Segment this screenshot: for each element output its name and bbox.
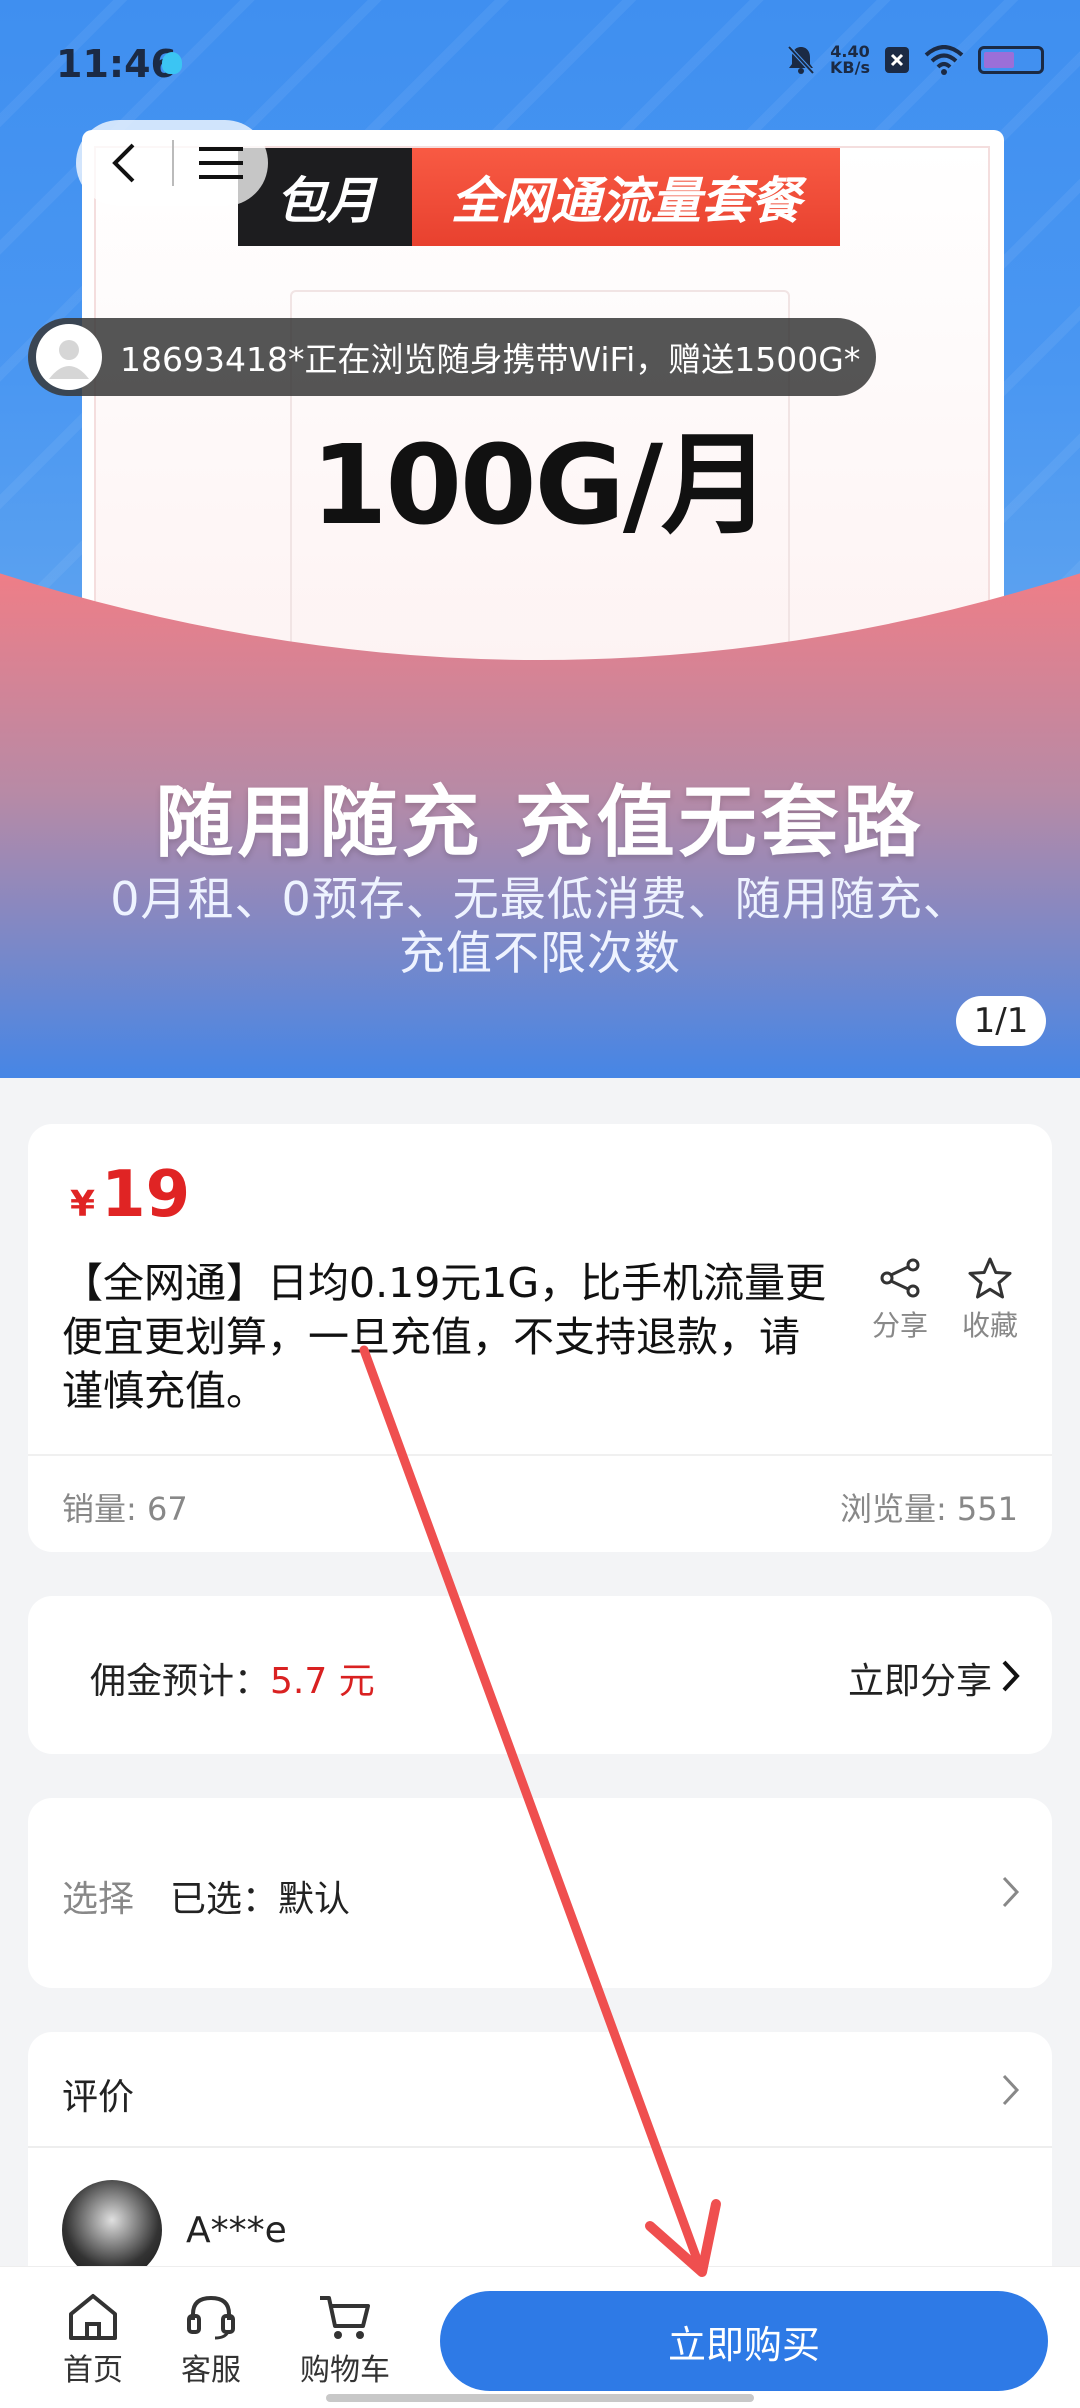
favorite-button[interactable]: 收藏	[950, 1252, 1030, 1344]
cart-label: 购物车	[300, 2353, 390, 2388]
mute-bell-icon	[787, 45, 815, 75]
service-label: 客服	[181, 2353, 241, 2388]
commission-value: 5.7 元	[270, 1661, 375, 1702]
chevron-right-icon	[1002, 2074, 1020, 2106]
reviews-title: 评价	[62, 2077, 135, 2118]
banner-slogan: 随用随充 充值无套路	[155, 778, 925, 868]
home-icon	[69, 2294, 117, 2340]
commission-card: 佣金预计：5.7 元 立即分享	[28, 1596, 1052, 1754]
cart-tab[interactable]: 购物车	[290, 2289, 400, 2389]
selected-value: 已选：默认	[170, 1879, 351, 1920]
price-value: 19	[101, 1158, 191, 1232]
back-arrow-icon	[112, 143, 135, 183]
chevron-right-icon	[1002, 1876, 1020, 1908]
spec-selection-row[interactable]: 选择 已选：默认	[28, 1798, 1052, 1988]
cart-icon	[320, 2296, 370, 2339]
battery-icon	[978, 46, 1044, 74]
share-button[interactable]: 分享	[860, 1252, 940, 1344]
reviews-divider	[28, 2146, 1052, 2148]
user-placeholder-icon	[49, 340, 89, 379]
image-pager: 1/1	[956, 996, 1046, 1046]
reviews-header[interactable]: 评价	[28, 2032, 1052, 2146]
commission-label: 佣金预计：5.7 元	[90, 1661, 375, 1702]
favorite-label: 收藏	[961, 1309, 1018, 1342]
chevron-right-icon	[1002, 1660, 1020, 1692]
selection-label: 选择	[62, 1879, 135, 1920]
reviewer-avatar	[62, 2180, 162, 2280]
banner-subtitle: 0月租、0预存、无最低消费、随用随充、充值不限次数	[110, 872, 970, 980]
sales-count: 销量: 67	[62, 1490, 188, 1528]
sim-off-icon	[885, 47, 909, 73]
share-icon	[880, 1258, 920, 1298]
menu-button[interactable]	[174, 120, 268, 206]
back-button[interactable]	[76, 120, 172, 206]
card-divider	[28, 1454, 1052, 1456]
status-icons: 4.40 KB/s	[786, 44, 1044, 76]
home-indicator	[326, 2394, 754, 2402]
tag-package-name: 全网通流量套餐	[412, 148, 840, 246]
status-time: 11:46	[56, 42, 177, 86]
status-bar: 11:46 4.40 KB/s	[0, 0, 1080, 120]
network-speed: 4.40 KB/s	[830, 42, 870, 77]
bottom-action-bar: 首页 客服 购物车 立即购买	[0, 2266, 1080, 2408]
home-label: 首页	[63, 2353, 123, 2388]
wifi-icon	[924, 45, 964, 75]
product-info-card: ¥19 【全网通】日均0.19元1G，比手机流量更便宜更划算，一旦充值，不支持退…	[28, 1124, 1052, 1552]
browse-notification-toast: 18693418*正在浏览随身携带WiFi，赠送1500G*	[28, 318, 876, 396]
price: ¥19	[70, 1158, 190, 1232]
share-label: 分享	[871, 1309, 928, 1342]
view-count: 浏览量: 551	[839, 1490, 1018, 1528]
star-icon	[968, 1257, 1012, 1299]
product-title: 【全网通】日均0.19元1G，比手机流量更便宜更划算，一旦充值，不支持退款，请谨…	[62, 1259, 827, 1415]
customer-service-tab[interactable]: 客服	[156, 2289, 266, 2389]
reviewer-name: A***e	[186, 2210, 287, 2251]
hamburger-icon	[199, 147, 243, 179]
home-tab[interactable]: 首页	[38, 2289, 148, 2389]
toast-avatar	[36, 324, 102, 390]
headset-icon	[187, 2295, 235, 2340]
notification-dot-icon	[162, 52, 182, 74]
nav-capsule	[76, 120, 268, 206]
currency-symbol: ¥	[70, 1184, 96, 1225]
data-amount-text: 100G/月	[310, 421, 771, 549]
buy-now-button[interactable]: 立即购买	[440, 2291, 1048, 2391]
toast-text: 18693418*正在浏览随身携带WiFi，赠送1500G*	[120, 340, 861, 379]
share-now-link[interactable]: 立即分享	[848, 1652, 992, 1704]
